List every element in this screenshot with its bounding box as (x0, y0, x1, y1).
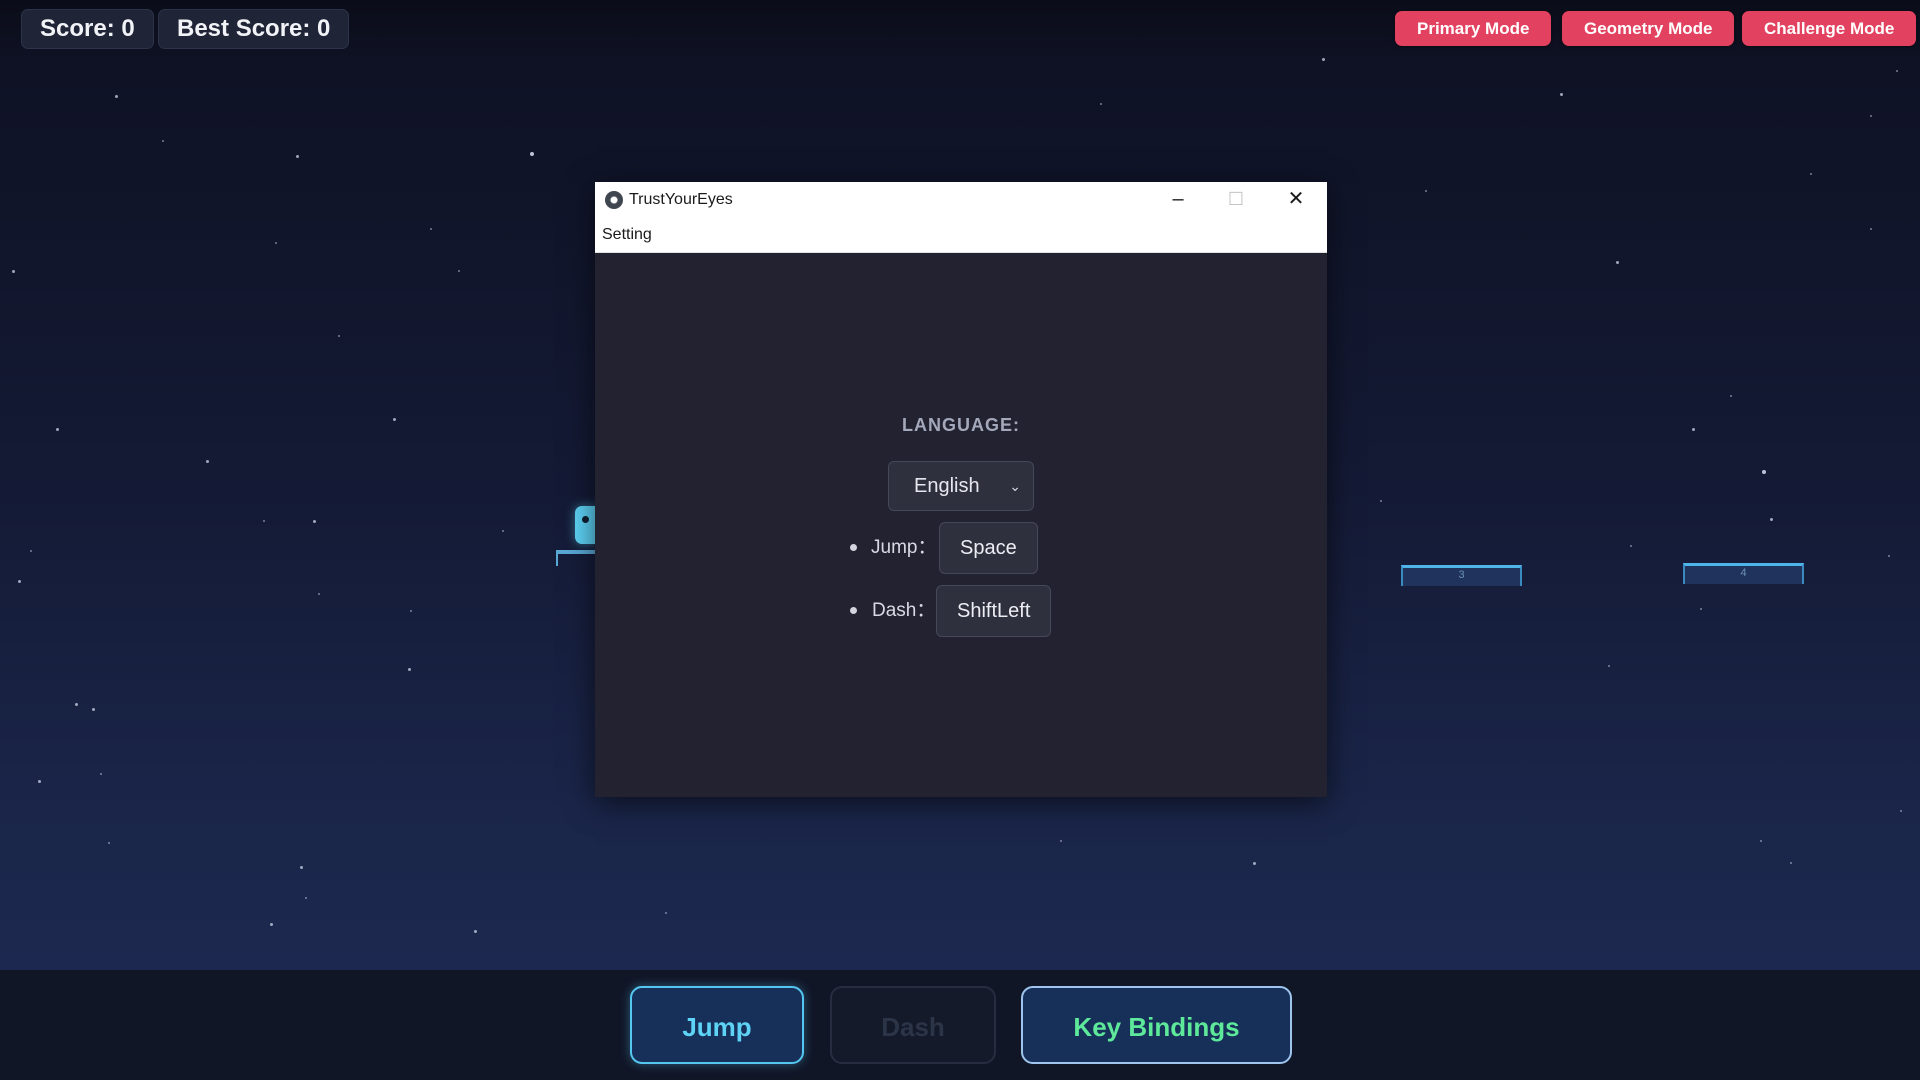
binding-label: Jump： (871, 537, 937, 558)
close-icon[interactable]: ✕ (1267, 182, 1325, 218)
window-titlebar[interactable]: TrustYourEyes – ☐ ✕ (595, 182, 1327, 218)
bullet (850, 544, 857, 551)
jump-button[interactable]: Jump (630, 986, 804, 1064)
window-menubar: Setting (595, 218, 1327, 253)
platform-number: 4 (1740, 567, 1747, 579)
minimize-icon[interactable]: – (1149, 182, 1207, 218)
chevron-down-icon: ⌄ (1009, 478, 1021, 494)
challenge-mode-button[interactable]: Challenge Mode (1742, 11, 1917, 46)
starting-ledge (556, 550, 596, 554)
starting-ledge-support (556, 550, 558, 566)
platform: 3 (1401, 565, 1522, 586)
settings-window: TrustYourEyes – ☐ ✕ Setting LANGUAGE: En… (595, 182, 1327, 797)
score-display: Score: 0 (21, 9, 154, 49)
language-select[interactable]: English ⌄ (888, 461, 1034, 511)
binding-label: Dash： (872, 600, 936, 621)
primary-mode-button[interactable]: Primary Mode (1395, 11, 1552, 46)
binding-row-dash: Dash： ShiftLeft (595, 585, 1327, 637)
best-score-display: Best Score: 0 (158, 9, 350, 49)
dash-button[interactable]: Dash (830, 986, 996, 1064)
jump-key-button[interactable]: Space (939, 522, 1038, 574)
binding-row-jump: Jump： Space (595, 522, 1327, 574)
window-title: TrustYourEyes (629, 191, 733, 208)
platform: 4 (1683, 563, 1804, 584)
key-bindings-button[interactable]: Key Bindings (1021, 986, 1292, 1064)
maximize-icon[interactable]: ☐ (1207, 182, 1265, 218)
geometry-mode-button[interactable]: Geometry Mode (1562, 11, 1735, 46)
player-character (575, 506, 597, 544)
dash-key-button[interactable]: ShiftLeft (936, 585, 1052, 637)
app-icon (605, 191, 623, 209)
player-eye (582, 516, 589, 523)
language-label: LANGUAGE: (902, 415, 1020, 435)
bullet (850, 607, 857, 614)
platform-number: 3 (1458, 569, 1465, 581)
menu-setting[interactable]: Setting (602, 218, 652, 252)
language-value: English (914, 475, 980, 497)
